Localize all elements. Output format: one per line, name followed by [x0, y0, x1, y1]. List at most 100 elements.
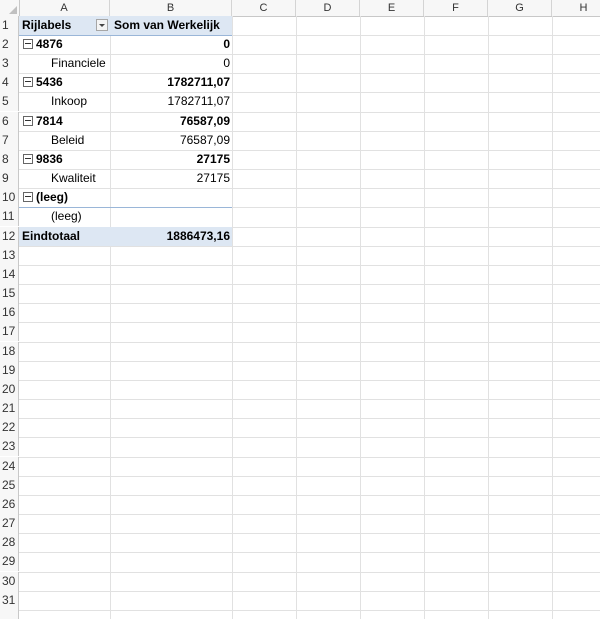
row-header[interactable]: 20	[0, 380, 19, 399]
pivot-item-value[interactable]	[110, 207, 232, 226]
row-header[interactable]: 19	[0, 361, 19, 380]
row-header[interactable]: 18	[0, 342, 19, 361]
column-header-h[interactable]: H	[552, 0, 600, 16]
column-header-g[interactable]: G	[488, 0, 552, 16]
pivot-item-label[interactable]: Financiele	[19, 54, 110, 73]
grid-line	[19, 457, 600, 458]
pivot-group-label[interactable]: (leeg)	[19, 188, 110, 207]
row-header[interactable]: 1	[0, 16, 19, 35]
grid-line	[19, 495, 600, 496]
pivot-item-label[interactable]: Inkoop	[19, 92, 110, 111]
row-header[interactable]: 31	[0, 591, 19, 610]
pivot-group-value[interactable]: 27175	[110, 150, 232, 169]
pivot-item-label[interactable]: Beleid	[19, 131, 110, 150]
row-header[interactable]: 3	[0, 54, 19, 73]
pivot-group-value[interactable]: 0	[110, 35, 232, 54]
grid-line	[19, 476, 600, 477]
column-header-f[interactable]: F	[424, 0, 488, 16]
row-header[interactable]: 17	[0, 322, 19, 341]
pivot-item-value[interactable]: 1782711,07	[110, 92, 232, 111]
collapse-minus-icon[interactable]	[23, 191, 33, 202]
grid-line	[19, 418, 600, 419]
column-header-c[interactable]: C	[232, 0, 296, 16]
row-header[interactable]	[0, 610, 19, 619]
grid-line	[19, 552, 600, 553]
row-header[interactable]: 4	[0, 73, 19, 92]
pivot-value-header[interactable]: Som van Werkelijk	[110, 16, 232, 35]
row-header[interactable]: 9	[0, 169, 19, 188]
row-header[interactable]: 30	[0, 572, 19, 591]
pivot-group-value[interactable]: 1782711,07	[110, 73, 232, 92]
pivot-group-label[interactable]: 4876	[19, 35, 110, 54]
grid-line	[19, 284, 600, 285]
pivot-total-label[interactable]: Eindtotaal	[19, 227, 110, 246]
row-header[interactable]: 11	[0, 207, 19, 226]
column-header-bar: A B C D E F G H	[0, 0, 600, 17]
dropdown-filter-icon[interactable]	[96, 19, 108, 31]
grid-line	[19, 572, 600, 573]
grid-line	[19, 303, 600, 304]
row-header[interactable]: 13	[0, 246, 19, 265]
row-header[interactable]: 27	[0, 514, 19, 533]
pivot-item-label[interactable]: Kwaliteit	[19, 169, 110, 188]
grid-line	[232, 16, 233, 619]
row-header[interactable]: 5	[0, 92, 19, 111]
row-header[interactable]: 24	[0, 457, 19, 476]
grid-line	[19, 246, 600, 247]
grid-line	[19, 322, 600, 323]
grid-line	[488, 16, 489, 619]
column-header-a[interactable]: A	[19, 0, 110, 16]
grid-line	[19, 533, 600, 534]
collapse-minus-icon[interactable]	[23, 115, 33, 126]
pivot-item-label[interactable]: (leeg)	[19, 207, 110, 226]
row-header[interactable]: 8	[0, 150, 19, 169]
pivot-group-text: 5436	[36, 75, 63, 89]
pivot-item-value[interactable]: 76587,09	[110, 131, 232, 150]
collapse-minus-icon[interactable]	[23, 38, 33, 49]
grid-line	[19, 591, 600, 592]
row-header[interactable]: 21	[0, 399, 19, 418]
pivot-group-value[interactable]: 76587,09	[110, 112, 232, 131]
row-header[interactable]: 28	[0, 533, 19, 552]
row-header[interactable]: 25	[0, 476, 19, 495]
grid-line	[19, 437, 600, 438]
grid-line	[19, 399, 600, 400]
column-header-d[interactable]: D	[296, 0, 360, 16]
row-header[interactable]: 2	[0, 35, 19, 54]
pivot-group-label[interactable]: 7814	[19, 112, 110, 131]
grid-line	[424, 16, 425, 619]
row-header[interactable]: 7	[0, 131, 19, 150]
row-header[interactable]: 22	[0, 418, 19, 437]
pivot-group-label[interactable]: 5436	[19, 73, 110, 92]
pivot-group-text: 7814	[36, 114, 63, 128]
grid-line	[19, 342, 600, 343]
pivot-group-value[interactable]	[110, 188, 232, 207]
grid-line	[360, 16, 361, 619]
pivot-group-text: 4876	[36, 37, 63, 51]
pivot-item-value[interactable]: 0	[110, 54, 232, 73]
row-header[interactable]: 6	[0, 112, 19, 131]
row-header[interactable]: 10	[0, 188, 19, 207]
pivot-group-text: (leeg)	[36, 190, 69, 204]
grid-line	[552, 16, 553, 619]
row-header[interactable]: 12	[0, 227, 19, 246]
row-header[interactable]: 26	[0, 495, 19, 514]
grid-line	[19, 380, 600, 381]
select-all-corner-icon	[9, 6, 17, 14]
collapse-minus-icon[interactable]	[23, 76, 33, 87]
pivot-total-value[interactable]: 1886473,16	[110, 227, 232, 246]
column-header-b[interactable]: B	[110, 0, 232, 16]
row-header[interactable]: 29	[0, 552, 19, 571]
grid-line	[19, 265, 600, 266]
row-header[interactable]: 15	[0, 284, 19, 303]
collapse-minus-icon[interactable]	[23, 153, 33, 164]
row-header[interactable]: 14	[0, 265, 19, 284]
pivot-item-value[interactable]: 27175	[110, 169, 232, 188]
select-all-button[interactable]	[0, 0, 20, 16]
grid-line	[19, 610, 600, 611]
row-header[interactable]: 16	[0, 303, 19, 322]
column-header-e[interactable]: E	[360, 0, 424, 16]
pivot-group-label[interactable]: 9836	[19, 150, 110, 169]
grid-line	[19, 514, 600, 515]
row-header[interactable]: 23	[0, 437, 19, 456]
